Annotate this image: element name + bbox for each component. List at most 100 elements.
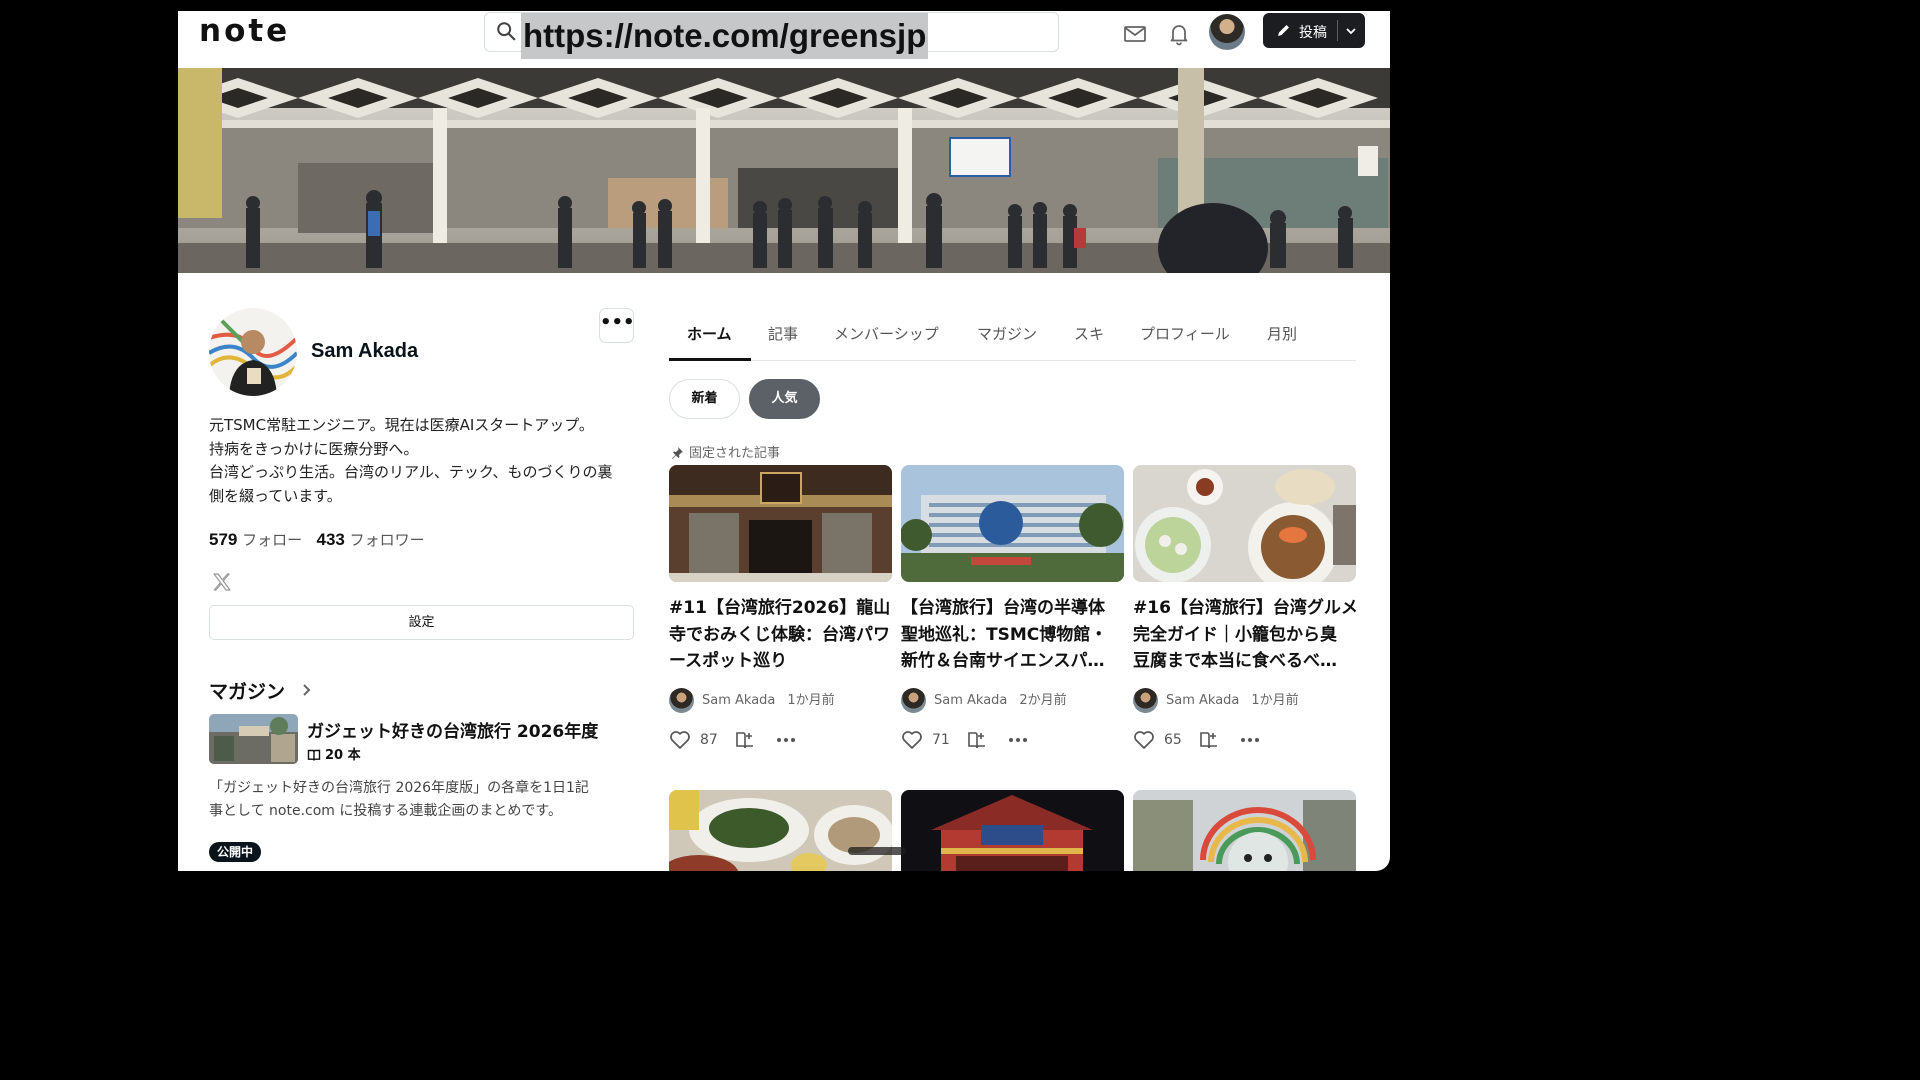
tab-monthly[interactable]: 月別 (1267, 323, 1297, 344)
article-title[interactable]: #16【台湾旅行】台湾グルメ 完全ガイド｜小籠包から臭 豆腐まで本当に食べるべ… (1133, 595, 1356, 675)
heart-icon[interactable] (669, 730, 691, 750)
convenience-store-photo (1133, 790, 1356, 871)
article-time: 1か月前 (787, 693, 835, 708)
author-avatar (669, 688, 694, 713)
bio-line: 側を綴っています。 (209, 486, 342, 505)
like-count: 65 (1164, 732, 1182, 748)
pin-icon (672, 447, 683, 459)
follower-link[interactable]: 433 フォロワー (316, 530, 425, 549)
follow-link[interactable]: 579 フォロー (209, 530, 302, 549)
url-text[interactable]: https://note.com/greensjp (521, 13, 929, 59)
author-name: Sam Akada (934, 693, 1008, 708)
article-time: 1か月前 (1251, 693, 1299, 708)
mail-icon[interactable] (1122, 21, 1148, 47)
article-thumbnail[interactable] (1133, 465, 1356, 582)
article-author[interactable]: Sam Akada 1か月前 (669, 688, 835, 714)
bell-icon[interactable] (1166, 21, 1192, 47)
article-title-line: 完全ガイド｜小籠包から臭 (1133, 624, 1337, 645)
article-thumbnail[interactable] (901, 790, 1124, 871)
pinned-label-text: 固定された記事 (689, 446, 781, 461)
magazine-description-line: 事として note.com に投稿する連載企画のまとめです。 (209, 803, 562, 819)
bookmark-add-icon[interactable] (1199, 730, 1221, 750)
magazine-article-count: 20 本 (307, 744, 361, 763)
profile-name: Sam Akada (311, 340, 419, 362)
tsmc-museum-photo (901, 465, 1124, 582)
heart-icon[interactable] (1133, 730, 1155, 750)
bio-line: 台湾どっぷり生活。台湾のリアル、テック、ものづくりの裏 (209, 463, 613, 481)
like-count: 87 (700, 732, 718, 748)
more-dots-icon[interactable] (775, 730, 797, 750)
pinned-articles-label: 固定された記事 (671, 442, 780, 461)
article-thumbnail[interactable] (669, 790, 892, 871)
article-title-line: 【台湾旅行】台湾の半導体 (901, 598, 1105, 618)
magazine-thumbnail[interactable] (209, 714, 298, 764)
article-title-line: ースポット巡り (669, 651, 788, 671)
profile-avatar[interactable] (209, 308, 297, 396)
article-card[interactable]: #11【台湾旅行2026】龍山 寺でおみくじ体験：台湾パワ ースポット巡り Sa… (669, 465, 892, 749)
tab-articles[interactable]: 記事 (768, 323, 798, 344)
avatar-image (209, 308, 297, 396)
magazine-count-text: 20 本 (325, 748, 361, 763)
bio-line: 元TSMC常駐エンジニア。現在は医療AIスタートアップ。 (209, 416, 594, 434)
more-options-button[interactable]: ••• (599, 308, 635, 343)
article-title[interactable]: 【台湾旅行】台湾の半導体 聖地巡礼：TSMC博物館・ 新竹＆台南サイエンスパ… (901, 595, 1124, 675)
chevron-right-icon[interactable] (300, 682, 314, 698)
bookmark-add-icon[interactable] (735, 730, 757, 750)
article-title-line: 寺でおみくじ体験：台湾パワ (669, 624, 890, 645)
article-title-line: 豆腐まで本当に食べるべ… (1133, 651, 1337, 671)
filter-popular-button[interactable]: 人気 (749, 379, 820, 419)
article-author[interactable]: Sam Akada 1か月前 (1133, 688, 1299, 714)
article-card[interactable]: #16【台湾旅行】台湾グルメ 完全ガイド｜小籠包から臭 豆腐まで本当に食べるべ…… (1133, 465, 1356, 749)
settings-button[interactable]: 設定 (209, 605, 634, 640)
x-twitter-icon[interactable] (212, 572, 232, 592)
note-logo[interactable]: note (199, 13, 290, 49)
article-thumbnail[interactable] (901, 465, 1124, 582)
heart-icon[interactable] (901, 730, 923, 750)
chevron-down-icon[interactable] (1345, 25, 1357, 37)
article-thumbnail[interactable] (669, 465, 892, 582)
search-bar[interactable]: https://note.com/greensjp (484, 12, 1059, 59)
article-actions: 71 (901, 728, 1124, 754)
article-title-line: #16【台湾旅行】台湾グルメ (1133, 598, 1356, 618)
tab-profile[interactable]: プロフィール (1140, 323, 1230, 344)
post-button-label: 投稿 (1299, 25, 1327, 41)
tab-likes[interactable]: スキ (1074, 323, 1104, 344)
post-button[interactable]: 投稿 (1263, 13, 1365, 48)
bookmark-add-icon[interactable] (967, 730, 989, 750)
scroll-indicator[interactable] (848, 847, 906, 855)
article-author[interactable]: Sam Akada 2か月前 (901, 688, 1067, 714)
like-count: 71 (932, 732, 950, 748)
follower-label: フォロワー (349, 531, 425, 549)
author-avatar (1133, 688, 1158, 713)
more-dots-icon[interactable] (1239, 730, 1261, 750)
article-title[interactable]: #11【台湾旅行2026】龍山 寺でおみくじ体験：台湾パワ ースポット巡り (669, 595, 892, 675)
more-dots-icon[interactable] (1007, 730, 1029, 750)
filter-new-button[interactable]: 新着 (669, 379, 740, 419)
top-header: note https://note.com/greensjp 投稿 (178, 11, 1390, 68)
follower-count: 433 (316, 530, 345, 549)
temple-photo (669, 465, 892, 582)
train-station-photo (178, 68, 1390, 273)
active-tab-indicator (669, 358, 751, 361)
tab-home[interactable]: ホーム (687, 323, 732, 344)
taiwan-food-photo (1133, 465, 1356, 582)
profile-bio: 元TSMC常駐エンジニア。現在は医療AIスタートアップ。 持病をきっかけに医療分… (209, 414, 639, 508)
magazine-title[interactable]: ガジェット好きの台湾旅行 2026年度 (307, 717, 598, 742)
follow-stats: 579 フォロー 433 フォロワー (209, 529, 425, 550)
article-title-line: 聖地巡礼：TSMC博物館・ (901, 624, 1108, 645)
dish-photo (669, 790, 892, 871)
status-badge: 公開中 (209, 842, 262, 862)
magazine-description: 「ガジェット好きの台湾旅行 2026年度版」の各章を1日1記 事として note… (209, 777, 639, 823)
article-thumbnail[interactable] (1133, 790, 1356, 871)
pencil-icon (1278, 25, 1289, 36)
user-avatar[interactable] (1209, 14, 1245, 50)
author-name: Sam Akada (702, 693, 776, 708)
article-actions: 65 (1133, 728, 1356, 754)
article-title-line: #11【台湾旅行2026】龍山 (669, 598, 891, 618)
tab-membership[interactable]: メンバーシップ (834, 323, 939, 344)
bio-line: 持病をきっかけに医療分野へ。 (209, 439, 419, 458)
tab-magazine[interactable]: マガジン (977, 323, 1037, 344)
article-card[interactable]: 【台湾旅行】台湾の半導体 聖地巡礼：TSMC博物館・ 新竹＆台南サイエンスパ… … (901, 465, 1124, 749)
magazine-heading[interactable]: マガジン (209, 677, 285, 704)
search-icon (497, 22, 516, 41)
